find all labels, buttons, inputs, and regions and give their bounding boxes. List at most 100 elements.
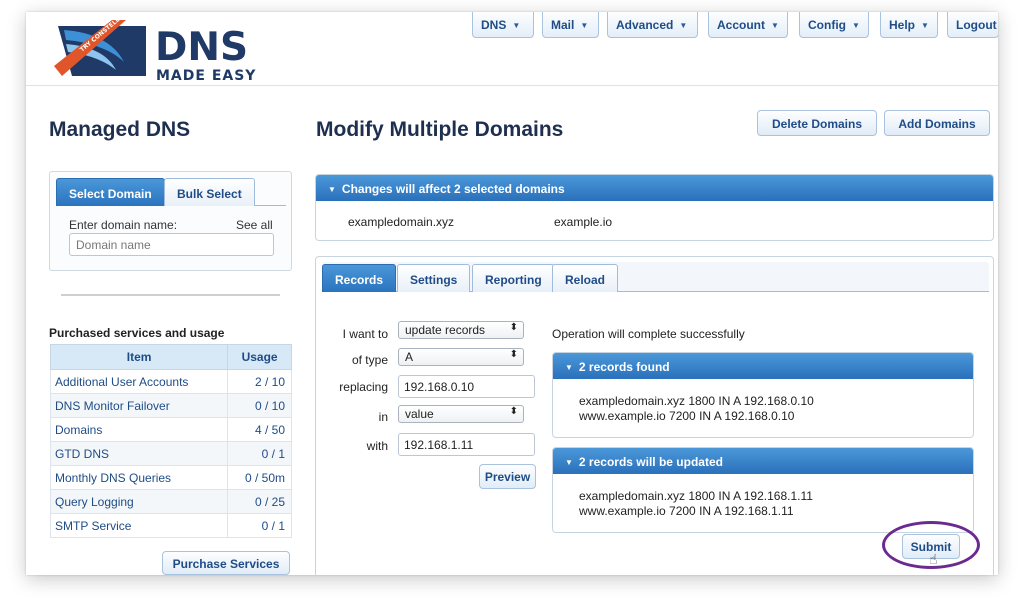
record-line: www.example.io 7200 IN A 192.168.1.11	[579, 504, 794, 518]
service-usage: 0 / 1	[227, 513, 292, 538]
nav-label: Advanced	[616, 18, 674, 32]
chevron-down-icon: ▼	[580, 21, 589, 30]
tab-settings[interactable]: Settings	[397, 264, 471, 292]
nav-mail[interactable]: Mail ▼	[542, 12, 599, 38]
selected-domain: exampledomain.xyz	[348, 215, 455, 229]
operation-status: Operation will complete successfully	[552, 327, 745, 341]
want-label: I want to	[342, 327, 388, 341]
service-item-link[interactable]: GTD DNS	[49, 441, 229, 466]
column-header-usage: Usage	[227, 344, 292, 370]
header: TRY CONSTELLIX DNS MADE EASY DNS ▼ Mail ▼ …	[26, 12, 998, 86]
select-arrows-icon: ⬍	[509, 349, 518, 360]
tab-select-domain[interactable]: Select Domain	[56, 178, 165, 206]
service-usage: 4 / 50	[227, 417, 292, 442]
triangle-down-icon: ▼	[565, 458, 573, 467]
action-select-value: update records	[405, 323, 486, 337]
nav-label: DNS	[481, 18, 507, 32]
chevron-down-icon: ▼	[921, 21, 929, 30]
preview-button[interactable]: Preview	[479, 464, 536, 489]
service-item-link[interactable]: Monthly DNS Queries	[49, 465, 229, 490]
service-item-link[interactable]: DNS Monitor Failover	[49, 393, 229, 418]
record-line: exampledomain.xyz 1800 IN A 192.168.0.10	[579, 394, 814, 408]
chevron-down-icon: ▼	[679, 21, 688, 30]
table-row: SMTP Service 0 / 1	[49, 513, 292, 538]
field-select-value: value	[405, 407, 434, 421]
service-item-link[interactable]: SMTP Service	[49, 513, 229, 538]
nav-dns[interactable]: DNS ▼	[472, 12, 534, 38]
logo[interactable]: TRY CONSTELLIX DNS MADE EASY	[52, 12, 262, 83]
services-table: Item Usage Additional User Accounts 2 / 1…	[49, 344, 292, 538]
record-type-value: A	[405, 350, 414, 364]
nav-label: Mail	[551, 18, 575, 32]
field-select[interactable]: value ⬍	[398, 405, 524, 423]
enter-domain-label: Enter domain name:	[69, 218, 178, 232]
nav-advanced[interactable]: Advanced ▼	[607, 12, 698, 38]
logo-word: DNS	[155, 25, 249, 70]
service-usage: 0 / 25	[227, 489, 292, 514]
tab-records[interactable]: Records	[322, 264, 397, 292]
records-found-label: 2 records found	[578, 360, 670, 374]
triangle-down-icon: ▼	[328, 185, 336, 194]
select-arrows-icon: ⬍	[509, 322, 518, 333]
record-line: www.example.io 7200 IN A 192.168.0.10	[579, 409, 795, 423]
service-usage: 0 / 50m	[227, 465, 292, 490]
tab-reporting[interactable]: Reporting	[472, 264, 555, 292]
changes-header[interactable]: ▼ Changes will affect 2 selected domains	[316, 175, 993, 201]
domain-select-panel: Select Domain Bulk Select Enter domain n…	[49, 171, 292, 271]
chevron-down-icon: ▼	[771, 21, 779, 30]
service-item-link[interactable]: Domains	[49, 417, 229, 442]
table-row: Query Logging 0 / 25	[49, 489, 292, 514]
changes-panel: ▼ Changes will affect 2 selected domains …	[315, 174, 994, 241]
logo-mark-icon: TRY CONSTELLIX	[54, 12, 146, 76]
app-window: TRY CONSTELLIX DNS MADE EASY DNS ▼ Mail ▼ …	[26, 12, 998, 575]
nav-account[interactable]: Account ▼	[708, 12, 788, 38]
purchased-services-title: Purchased services and usage	[49, 326, 225, 340]
tab-bulk-select[interactable]: Bulk Select	[164, 178, 255, 206]
hand-cursor-icon: ☝	[929, 551, 938, 567]
domain-name-input[interactable]: Domain name	[69, 233, 274, 256]
record-line: exampledomain.xyz 1800 IN A 192.168.1.11	[579, 489, 813, 503]
records-updated-header[interactable]: ▼ 2 records will be updated	[553, 448, 973, 474]
table-header-row: Item Usage	[49, 344, 292, 370]
purchase-services-button[interactable]: Purchase Services	[162, 551, 290, 575]
service-usage: 2 / 10	[227, 369, 292, 394]
record-type-select[interactable]: A ⬍	[398, 348, 524, 366]
records-panel: Records Settings Reporting Reload I want…	[315, 256, 994, 575]
triangle-down-icon: ▼	[565, 363, 573, 372]
service-item-link[interactable]: Additional User Accounts	[49, 369, 229, 394]
records-tabs: Records Settings Reporting Reload	[322, 262, 989, 292]
with-label: with	[366, 439, 388, 453]
in-label: in	[378, 410, 388, 424]
select-arrows-icon: ⬍	[509, 406, 518, 417]
delete-domains-button[interactable]: Delete Domains	[757, 110, 877, 136]
page-title-modify-domains: Modify Multiple Domains	[316, 118, 564, 141]
records-found-header[interactable]: ▼ 2 records found	[553, 353, 973, 379]
column-header-item: Item	[49, 344, 229, 370]
replacing-label: replacing	[339, 380, 388, 394]
type-label: of type	[351, 353, 388, 367]
table-row: GTD DNS 0 / 1	[49, 441, 292, 466]
replacing-input[interactable]: 192.168.0.10	[398, 375, 535, 398]
records-found-panel: ▼ 2 records found exampledomain.xyz 1800 …	[552, 352, 974, 438]
chevron-down-icon: ▼	[512, 21, 521, 30]
with-input[interactable]: 192.168.1.11	[398, 433, 535, 456]
action-select[interactable]: update records ⬍	[398, 321, 524, 339]
records-updated-panel: ▼ 2 records will be updated exampledomain…	[552, 447, 974, 533]
see-all-link[interactable]: See all	[236, 218, 273, 232]
table-row: Domains 4 / 50	[49, 417, 292, 442]
changes-header-label: Changes will affect 2 selected domains	[341, 182, 565, 196]
nav-help[interactable]: Help ▼	[880, 12, 938, 38]
nav-logout[interactable]: Logout	[947, 12, 998, 38]
service-usage: 0 / 10	[227, 393, 292, 418]
nav-label: Help	[889, 18, 916, 32]
table-row: DNS Monitor Failover 0 / 10	[49, 393, 292, 418]
service-item-link[interactable]: Query Logging	[49, 489, 229, 514]
tab-reload[interactable]: Reload	[552, 264, 619, 292]
records-updated-label: 2 records will be updated	[578, 455, 723, 469]
nav-label: Logout	[956, 18, 997, 32]
add-domains-button[interactable]: Add Domains	[884, 110, 990, 136]
nav-config[interactable]: Config ▼	[799, 12, 869, 38]
table-row: Additional User Accounts 2 / 10	[49, 369, 292, 394]
page-title-managed-dns: Managed DNS	[49, 118, 191, 141]
table-row: Monthly DNS Queries 0 / 50m	[49, 465, 292, 490]
